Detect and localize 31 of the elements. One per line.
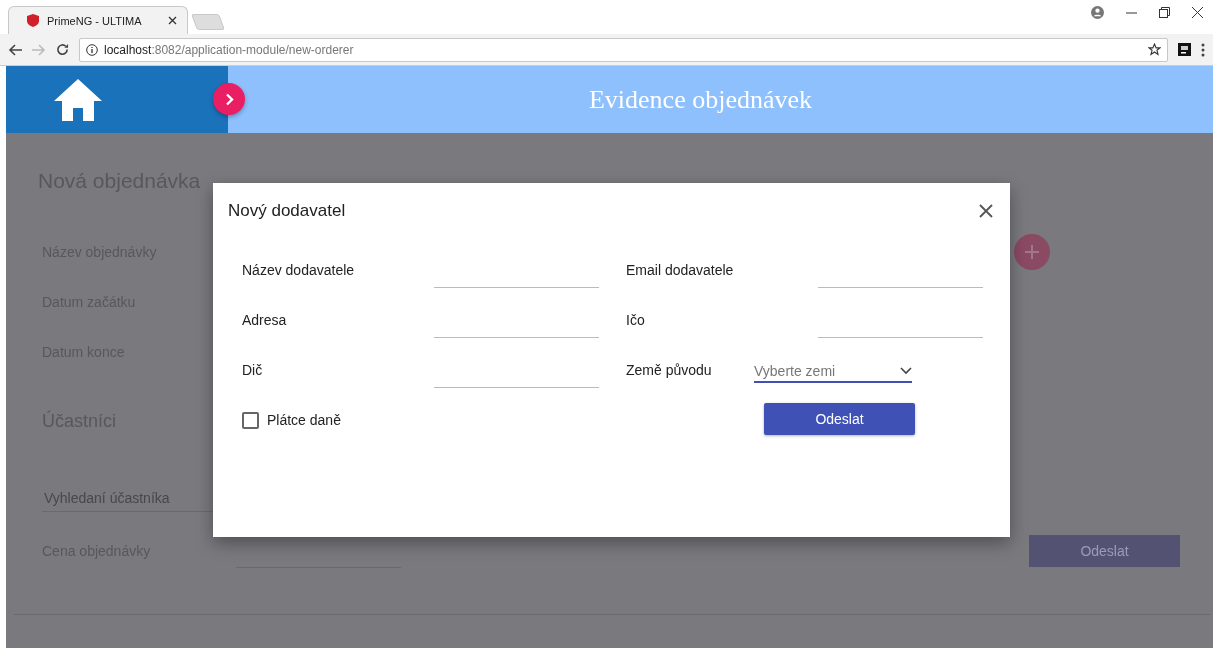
account-icon[interactable] xyxy=(1091,6,1104,19)
reload-icon[interactable] xyxy=(56,43,69,56)
chevron-down-icon xyxy=(900,367,912,375)
app-title: Evidence objednávek xyxy=(587,83,814,116)
submit-button[interactable]: Odeslat xyxy=(764,403,915,435)
info-icon xyxy=(86,43,98,56)
field-label: Ičo xyxy=(626,312,646,328)
checkbox-label: Plátce daně xyxy=(267,412,341,428)
field-label: Země původu xyxy=(626,362,713,378)
restore-icon[interactable] xyxy=(1159,7,1170,18)
field-label: Název dodavatele xyxy=(242,262,356,278)
address-bar[interactable]: localhost:8082/application-module/new-orderer xyxy=(79,37,1168,62)
field-label: Adresa xyxy=(242,312,288,328)
dialog-title: Nový dodavatel xyxy=(228,201,346,221)
menu-icon[interactable] xyxy=(1201,42,1205,57)
country-select[interactable]: Vyberte zemi xyxy=(754,361,912,383)
menu-toggle-button[interactable] xyxy=(213,83,245,115)
back-arrow-icon[interactable] xyxy=(8,43,22,56)
close-icon[interactable] xyxy=(1192,7,1203,18)
checkbox[interactable] xyxy=(242,411,259,429)
close-button[interactable] xyxy=(978,203,994,219)
field-label: Email dodavatele xyxy=(626,262,735,278)
close-icon[interactable] xyxy=(168,16,177,25)
shield-icon xyxy=(27,14,39,27)
browser-tab[interactable]: PrimeNG - ULTIMA xyxy=(8,6,188,34)
chevron-right-icon xyxy=(224,92,234,106)
extension-icon[interactable] xyxy=(1178,43,1191,56)
star-icon[interactable] xyxy=(1148,43,1161,56)
field-label: Dič xyxy=(242,362,264,378)
home-icon[interactable] xyxy=(54,78,102,121)
plus-icon xyxy=(1025,245,1039,259)
